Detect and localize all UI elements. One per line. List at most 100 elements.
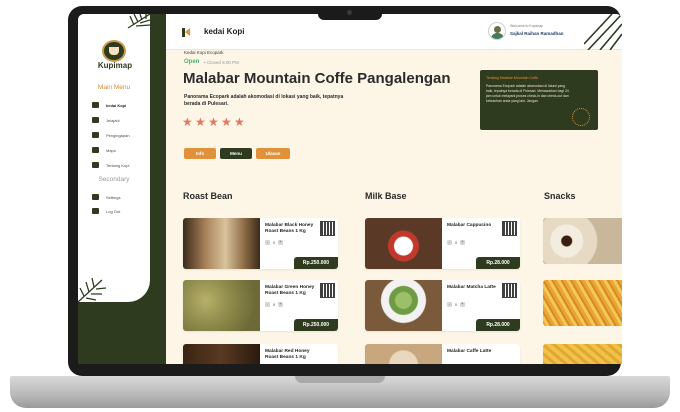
minus-button[interactable]: -: [447, 302, 452, 307]
status-open-badge: Open: [184, 59, 200, 65]
price-tag: Rp.250.000: [294, 319, 338, 331]
price-tag: Rp.250.000: [294, 257, 338, 269]
plus-button[interactable]: +: [277, 302, 283, 307]
qr-code-icon: [320, 221, 335, 236]
store-description: Panorama Ecopark adalah akomodasi di lok…: [184, 94, 344, 107]
coffee-shop-icon: [92, 102, 99, 108]
lodging-icon: [92, 132, 99, 138]
minus-button[interactable]: -: [447, 240, 452, 245]
badge-icon: [572, 108, 590, 126]
star-icon: ★: [195, 115, 206, 129]
menu-button[interactable]: Menu: [220, 148, 252, 159]
info-button[interactable]: Info: [184, 148, 216, 159]
closing-time: • Closed 9.00 PM: [204, 60, 239, 65]
quantity-value: 0: [455, 240, 457, 245]
sidebar-item-tentang-kopi[interactable]: Tentang Kopi: [92, 160, 148, 170]
settings-icon: [92, 194, 99, 200]
sidebar-item-pengingapan[interactable]: Pengingapan: [92, 130, 148, 140]
quantity-stepper: - 0 +: [447, 302, 465, 307]
sidebar-item-label: Log Out: [106, 208, 121, 214]
snack-image[interactable]: [543, 218, 622, 264]
star-rating: ★ ★ ★ ★ ★: [182, 116, 247, 128]
quantity-value: 0: [273, 302, 275, 307]
sidebar-item-label: Settings: [106, 194, 121, 200]
quantity-value: 0: [273, 240, 275, 245]
product-card[interactable]: Malabar Matcha Latte - 0 + Rp.28.000: [365, 280, 520, 331]
price-tag: Rp.28.000: [476, 319, 520, 331]
qr-code-icon: [502, 221, 517, 236]
user-name: Sajkal Raihan Ramadhan: [510, 31, 564, 36]
product-card[interactable]: Malabar Green Honey Roast Beans 1 Kg - 0…: [183, 280, 338, 331]
camera-notch: [318, 6, 382, 20]
sidebar-item-label: Maps: [106, 147, 116, 153]
plus-button[interactable]: +: [459, 302, 465, 307]
store-title: Malabar Mountain Coffe Pangalengan: [183, 70, 451, 87]
price-tag: Rp.28.000: [476, 257, 520, 269]
sidebar-panel: Kupimap Main Menu kedai Kopi Jelajahi Pe…: [78, 14, 150, 302]
laptop-base: [10, 376, 670, 408]
top-bar: kedai Kopi Welcome to Kupimap Sajkal Rai…: [166, 14, 622, 50]
product-card[interactable]: Malabar Black Honey Roast Beans 1 Kg - 0…: [183, 218, 338, 269]
star-icon: ★: [208, 115, 219, 129]
product-name: Malabar Black Honey Roast Beans 1 Kg: [265, 223, 314, 235]
sidebar-item-label: Jelajahi: [106, 117, 120, 123]
palm-leaf-decoration-icon: [127, 14, 150, 29]
quantity-stepper: - 0 +: [265, 240, 283, 245]
star-icon: ★: [221, 115, 232, 129]
qr-code-icon: [502, 283, 517, 298]
product-image: [365, 280, 442, 331]
plus-button[interactable]: +: [277, 240, 283, 245]
tribal-pattern-decoration-icon: [584, 14, 622, 50]
quantity-value: 0: [455, 302, 457, 307]
qr-code-icon: [320, 283, 335, 298]
sidebar-item-logout[interactable]: Log Out: [92, 206, 148, 216]
sidebar-item-label: Pengingapan: [106, 132, 130, 138]
sidebar-item-kedai-kopi[interactable]: kedai Kopi: [92, 100, 148, 110]
minus-button[interactable]: -: [265, 302, 270, 307]
snack-image[interactable]: [543, 344, 622, 364]
product-image: [183, 280, 260, 331]
product-name: Malabar Green Honey Roast Beans 1 Kg: [265, 285, 315, 297]
explore-icon: [92, 117, 99, 123]
avatar[interactable]: [488, 22, 506, 40]
product-image: [183, 344, 260, 364]
product-name: Malabar Matcha Latte: [447, 285, 496, 290]
minus-button[interactable]: -: [265, 240, 270, 245]
star-icon: ★: [182, 115, 193, 129]
secondary-heading: Secondary: [98, 176, 130, 183]
ulasan-button[interactable]: Ulasan: [256, 148, 290, 159]
map-icon: [92, 147, 99, 153]
camera-icon: [347, 10, 352, 15]
logout-icon: [92, 208, 99, 214]
product-image: [183, 218, 260, 269]
section-milk-base-title: Milk Base: [365, 191, 407, 201]
app-screen: Kupimap Main Menu kedai Kopi Jelajahi Pe…: [78, 14, 622, 364]
sidebar: Kupimap Main Menu kedai Kopi Jelajahi Pe…: [78, 14, 166, 364]
product-card[interactable]: Malabar Red Honey Roast Beans 1 Kg: [183, 344, 338, 364]
plus-button[interactable]: +: [459, 240, 465, 245]
product-card[interactable]: Malabar Cappucino - 0 + Rp.28.000: [365, 218, 520, 269]
product-card[interactable]: Malabar Caffe Latte: [365, 344, 520, 364]
welcome-text: Welcome to Kupimap: [510, 24, 544, 28]
sidebar-item-label: Tentang Kopi: [106, 162, 130, 168]
about-card: Tentang Malabar Mountain Coffe Panorama …: [480, 70, 598, 130]
sidebar-item-label: kedai Kopi: [106, 102, 127, 108]
snack-image[interactable]: [543, 280, 622, 326]
logo-icon[interactable]: [102, 40, 126, 62]
sidebar-item-jelajahi[interactable]: Jelajahi: [92, 115, 148, 125]
about-card-text: Panorama Ecopark adalah akomodasi di lok…: [486, 84, 569, 103]
quantity-stepper: - 0 +: [265, 302, 283, 307]
palm-leaf-decoration-icon: [78, 277, 106, 302]
product-image: [365, 218, 442, 269]
product-name: Malabar Cappucino: [447, 223, 492, 228]
product-name: Malabar Red Honey Roast Beans 1 Kg: [265, 349, 310, 361]
section-roast-bean-title: Roast Bean: [183, 191, 233, 201]
logo-text: Kupimap: [97, 61, 133, 70]
about-card-title: Tentang Malabar Mountain Coffe: [486, 76, 539, 80]
sidebar-item-settings[interactable]: Settings: [92, 192, 148, 202]
back-arrow-icon[interactable]: [182, 28, 190, 37]
quantity-stepper: - 0 +: [447, 240, 465, 245]
product-image: [365, 344, 442, 364]
page-title: kedai Kopi: [204, 27, 245, 36]
sidebar-item-maps[interactable]: Maps: [92, 145, 148, 155]
